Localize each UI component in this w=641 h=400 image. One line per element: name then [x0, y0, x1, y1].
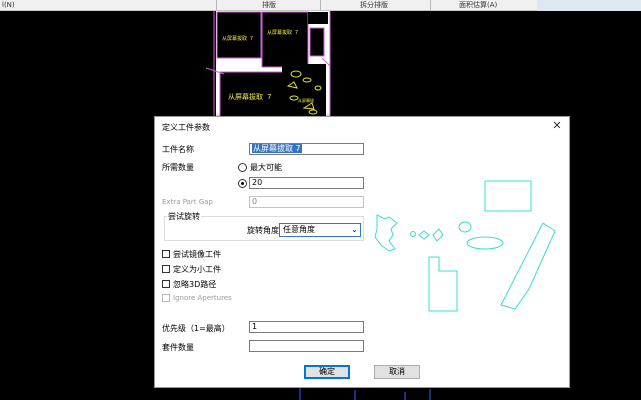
column-header-area-estimate[interactable]: 面积估算(A) [459, 0, 497, 10]
dialog-title: 定义工件参数 [162, 123, 210, 132]
define-part-dialog: 定义工件参数 ✕ 工件名称 从屏幕拔取 7 所需数量 最大可能 20 Extra… [154, 116, 570, 388]
column-separator [216, 0, 217, 10]
rotation-angle-label: 旋转角度 [247, 226, 279, 235]
quantity-input[interactable]: 20 [249, 177, 364, 189]
part-label: 从屏幕拔 [298, 97, 314, 103]
part-name-label: 工件名称 [162, 145, 194, 154]
rotation-angle-value: 任意角度 [283, 225, 315, 234]
chevron-down-icon: ⌄ [351, 225, 358, 234]
extra-gap-label: Extra Part Gap [162, 198, 213, 206]
column-header-layout[interactable]: 排版 [262, 0, 276, 10]
preview-shape [374, 214, 398, 252]
fixed-quantity-radio[interactable] [238, 179, 247, 188]
part-name-value: 从屏幕拔取 7 [252, 144, 302, 153]
ok-button[interactable]: 确定 [304, 365, 350, 379]
rotation-angle-select[interactable]: 任意角度 ⌄ [279, 223, 361, 237]
part-label: 从屏幕拔取 7 [228, 92, 271, 101]
nested-part [261, 11, 309, 68]
nested-part [308, 12, 328, 24]
nested-part [216, 11, 262, 59]
ignore-apertures-checkbox[interactable] [162, 294, 170, 302]
kit-quantity-label: 套件数量 [162, 343, 194, 352]
kit-quantity-input[interactable] [249, 340, 364, 352]
column-separator [320, 0, 321, 10]
menu-item-left[interactable]: l(N) [2, 0, 15, 10]
preview-shape [428, 256, 458, 312]
ignore-3d-checkbox[interactable] [162, 280, 170, 288]
priority-label: 优先级（1=最高） [162, 324, 230, 333]
small-part-checkbox[interactable] [162, 265, 170, 273]
nested-part [309, 27, 325, 57]
nested-part [282, 64, 326, 117]
column-separator [430, 0, 431, 10]
toolbar-highlight [537, 0, 641, 11]
mirror-checkbox[interactable] [162, 250, 170, 258]
part-label: 从屏幕拔取 7 [267, 29, 298, 36]
guide-lines [299, 388, 431, 400]
close-icon[interactable]: ✕ [549, 118, 565, 134]
max-possible-label: 最大可能 [250, 163, 282, 172]
cancel-button[interactable]: 取消 [374, 365, 420, 379]
part-preview [374, 180, 556, 312]
preview-shape [432, 228, 444, 242]
part-name-input[interactable]: 从屏幕拔取 7 [249, 143, 364, 155]
max-possible-radio[interactable] [238, 163, 247, 172]
extra-gap-input[interactable]: 0 [249, 196, 364, 208]
mirror-label: 尝试镜像工件 [173, 250, 221, 259]
column-header-split-layout[interactable]: 拆分排版 [360, 0, 388, 10]
part-label: 从屏幕拔取 7 [222, 35, 253, 42]
preview-shape [410, 231, 416, 237]
preview-shape [500, 222, 556, 310]
preview-shape [484, 180, 532, 212]
small-part-label: 定义为小工件 [173, 265, 221, 274]
preview-shape [418, 230, 430, 240]
quantity-label: 所需数量 [162, 163, 194, 172]
preview-shape [458, 221, 472, 233]
ignore-apertures-label: Ignore Apertures [173, 294, 232, 302]
app-column-bar: l(N) 排版 拆分排版 面积估算(A) [0, 0, 641, 11]
preview-shape [466, 236, 504, 250]
rotation-group-title: 尝试旋转 [167, 211, 201, 222]
priority-input[interactable]: 1 [249, 321, 364, 333]
ignore-3d-label: 忽略3D路径 [173, 280, 217, 289]
